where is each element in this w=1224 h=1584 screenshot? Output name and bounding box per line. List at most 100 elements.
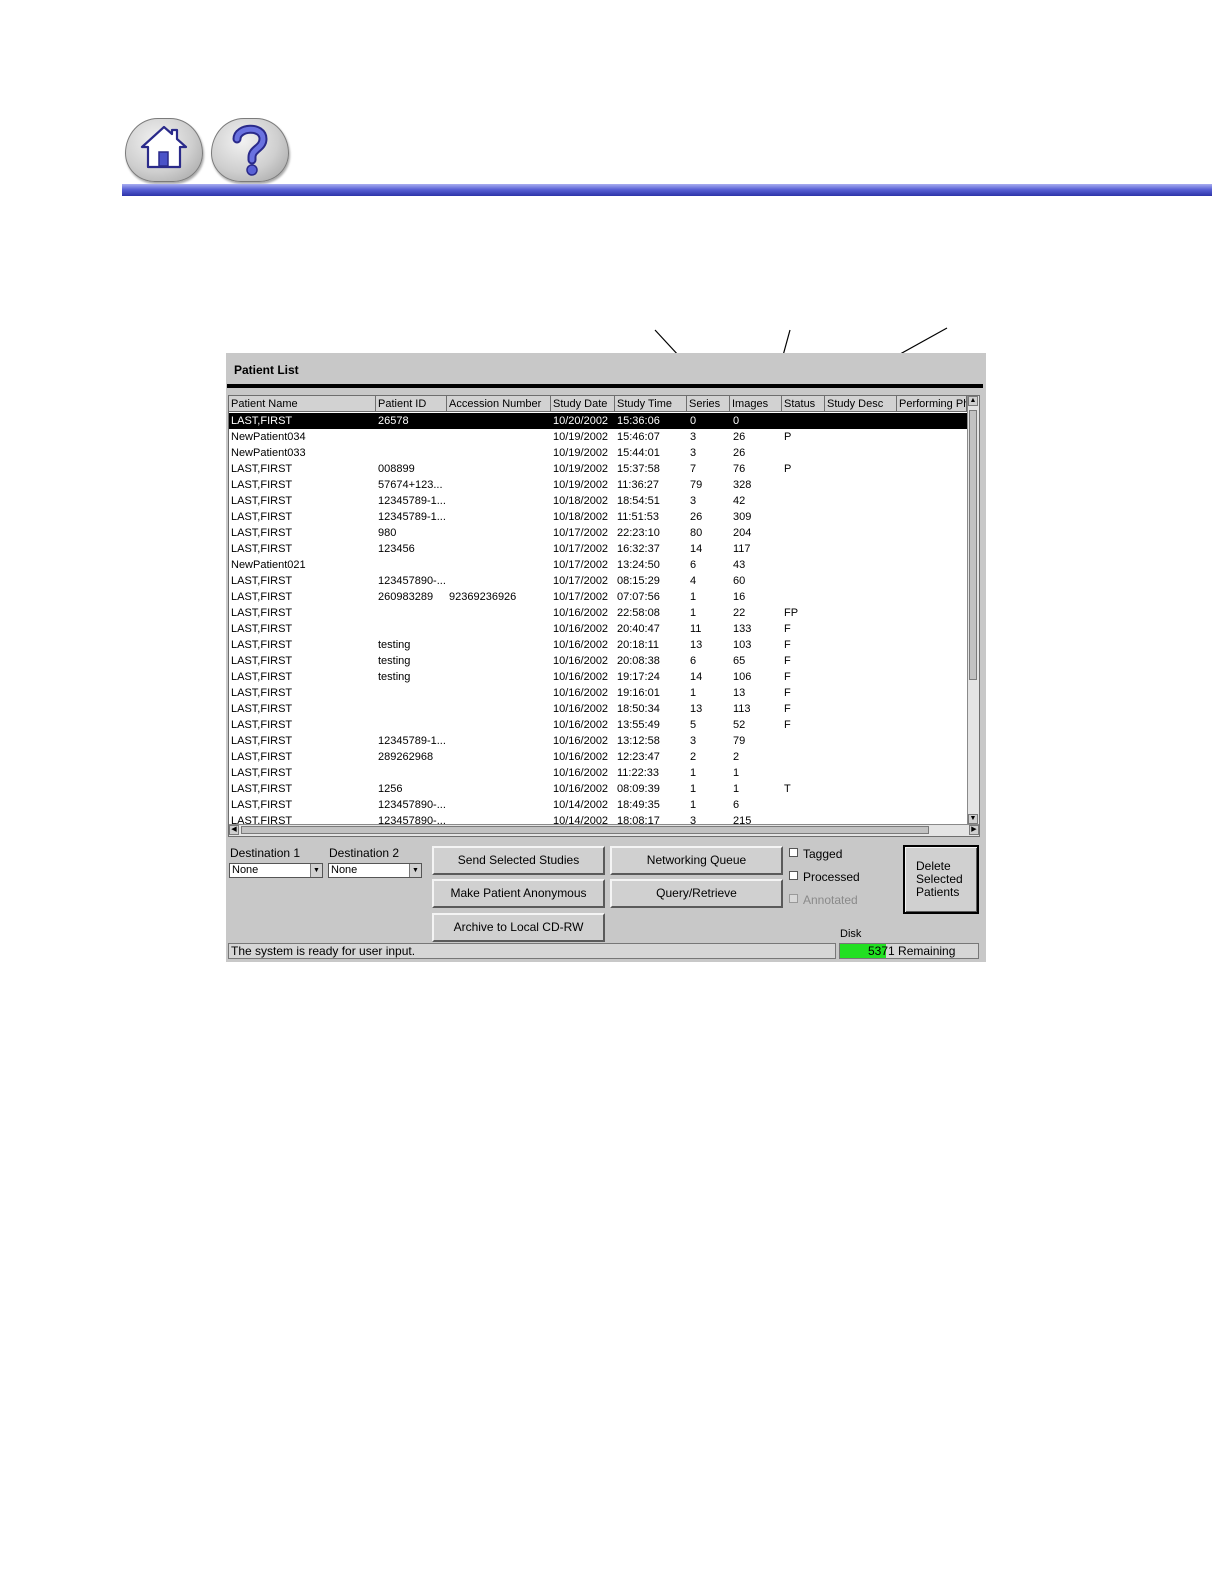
cell-patient-id: testing (378, 639, 411, 651)
cell-patient-name: LAST,FIRST (231, 799, 293, 811)
processed-checkbox[interactable]: Processed (789, 870, 860, 884)
help-button[interactable] (211, 118, 289, 182)
table-row[interactable]: LAST,FIRST 10/16/2002 18:50:34 13 113 F (229, 701, 967, 717)
destination1-select[interactable]: None ▼ (229, 863, 323, 878)
horizontal-scrollbar[interactable]: ◀ ▶ (229, 824, 979, 836)
table-row[interactable]: LAST,FIRST 289262968 10/16/2002 12:23:47 2 2 (229, 749, 967, 765)
cell-status: P (784, 431, 792, 443)
cell-study-date: 10/19/2002 (553, 463, 609, 475)
tagged-checkbox[interactable]: Tagged (789, 847, 842, 861)
delete-selected-patients-button[interactable]: Delete Selected Patients (903, 845, 979, 914)
cell-series: 5 (690, 719, 697, 731)
cell-images: 2 (733, 751, 740, 763)
cell-study-time: 16:32:37 (617, 543, 660, 555)
column-header-study-time[interactable]: Study Time (615, 396, 687, 412)
table-row[interactable]: LAST,FIRST 123457890-... 10/14/2002 18:49:3… (229, 797, 967, 813)
table-row[interactable]: LAST,FIRST 008899 10/19/2002 15:37:58 7 76 P (229, 461, 967, 477)
table-row[interactable]: LAST,FIRST 980 10/17/2002 22:23:10 80 204 (229, 525, 967, 541)
column-header-series[interactable]: Series (687, 396, 730, 412)
query-retrieve-button[interactable]: Query/Retrieve (610, 879, 783, 908)
table-row[interactable]: NewPatient034 10/19/2002 15:46:07 3 26 P (229, 429, 967, 445)
column-header-patient-id[interactable]: Patient ID (376, 396, 447, 412)
chevron-down-icon[interactable]: ▼ (409, 864, 421, 877)
cell-patient-id: 12345789-1... (378, 735, 446, 747)
table-row[interactable]: LAST,FIRST 10/16/2002 22:58:08 1 22 FP (229, 605, 967, 621)
cell-study-date: 10/16/2002 (553, 767, 609, 779)
scroll-left-icon[interactable]: ◀ (229, 825, 239, 835)
table-row[interactable]: LAST,FIRST 260983289 92369236926 10/17/2002… (229, 589, 967, 605)
scroll-right-icon[interactable]: ▶ (969, 825, 979, 835)
send-selected-studies-button[interactable]: Send Selected Studies (432, 846, 605, 875)
cell-images: 16 (733, 591, 746, 603)
cell-series: 2 (690, 751, 697, 763)
cell-study-time: 22:23:10 (617, 527, 660, 539)
table-row[interactable]: LAST,FIRST 1256 10/16/2002 08:09:39 1 1 T (229, 781, 967, 797)
horizontal-scroll-thumb[interactable] (241, 826, 929, 834)
cell-patient-name: NewPatient033 (231, 447, 306, 459)
cell-patient-id: 12345789-1... (378, 495, 446, 507)
column-header-status[interactable]: Status (782, 396, 825, 412)
table-row[interactable]: NewPatient021 10/17/2002 13:24:50 6 43 (229, 557, 967, 573)
scroll-up-icon[interactable]: ▲ (968, 396, 978, 406)
column-header-images[interactable]: Images (730, 396, 782, 412)
tagged-checkbox-box[interactable] (789, 848, 798, 857)
column-header-study-desc[interactable]: Study Desc (825, 396, 897, 412)
cell-series: 13 (690, 639, 703, 651)
table-row[interactable]: LAST,FIRST 10/16/2002 11:22:33 1 1 (229, 765, 967, 781)
cell-study-time: 20:18:11 (617, 639, 660, 651)
cell-patient-id: 289262968 (378, 751, 434, 763)
cell-study-time: 15:44:01 (617, 447, 660, 459)
table-row[interactable]: NewPatient033 10/19/2002 15:44:01 3 26 (229, 445, 967, 461)
cell-study-time: 18:54:51 (617, 495, 660, 507)
make-patient-anonymous-button[interactable]: Make Patient Anonymous (432, 879, 605, 908)
cell-series: 1 (690, 607, 697, 619)
cell-series: 80 (690, 527, 703, 539)
table-row[interactable]: LAST,FIRST 10/16/2002 19:16:01 1 13 F (229, 685, 967, 701)
table-row[interactable]: LAST,FIRST 12345789-1... 10/18/2002 11:51:5… (229, 509, 967, 525)
cell-study-time: 07:07:56 (617, 591, 660, 603)
cell-study-date: 10/19/2002 (553, 447, 609, 459)
cell-images: 103 (733, 639, 752, 651)
processed-checkbox-box[interactable] (789, 871, 798, 880)
destination2-select[interactable]: None ▼ (328, 863, 422, 878)
patient-list-window: Patient List Patient Name Patient ID Acc… (226, 353, 986, 962)
cell-patient-name: LAST,FIRST (231, 623, 293, 635)
cell-patient-name: LAST,FIRST (231, 463, 293, 475)
cell-patient-id: 260983289 (378, 591, 434, 603)
home-button[interactable] (125, 118, 203, 182)
table-row[interactable]: LAST,FIRST 10/16/2002 13:55:49 5 52 F (229, 717, 967, 733)
networking-queue-button[interactable]: Networking Queue (610, 846, 783, 875)
table-row[interactable]: LAST,FIRST testing 10/16/2002 19:17:24 14 106… (229, 669, 967, 685)
column-header-accession-number[interactable]: Accession Number (447, 396, 551, 412)
scroll-down-icon[interactable]: ▼ (968, 814, 978, 824)
cell-study-date: 10/16/2002 (553, 783, 609, 795)
table-row[interactable]: LAST,FIRST testing 10/16/2002 20:18:11 13 103… (229, 637, 967, 653)
cell-study-date: 10/19/2002 (553, 431, 609, 443)
table-row[interactable]: LAST,FIRST 12345789-1... 10/18/2002 18:54:5… (229, 493, 967, 509)
cell-patient-id: 980 (378, 527, 397, 539)
table-row[interactable]: LAST,FIRST 123456 10/17/2002 16:32:37 14 117 (229, 541, 967, 557)
column-header-performing-physician[interactable]: Performing Ph (897, 396, 967, 412)
cell-images: 117 (733, 543, 751, 555)
vertical-scrollbar[interactable]: ▲ ▼ (967, 396, 979, 824)
chevron-down-icon[interactable]: ▼ (310, 864, 322, 877)
column-header-patient-name[interactable]: Patient Name (229, 396, 376, 412)
table-row[interactable]: LAST,FIRST 123457890-... 10/17/2002 08:15:2… (229, 573, 967, 589)
cell-series: 4 (690, 575, 697, 587)
vertical-scroll-thumb[interactable] (969, 410, 977, 680)
table-row[interactable]: LAST,FIRST 26578 10/20/2002 15:36:06 0 0 (229, 413, 967, 429)
table-row[interactable]: LAST,FIRST testing 10/16/2002 20:08:38 6 65 F (229, 653, 967, 669)
tagged-label: Tagged (803, 847, 843, 861)
cell-patient-name: LAST,FIRST (231, 527, 293, 539)
cell-images: 26 (733, 447, 746, 459)
archive-cd-rw-button[interactable]: Archive to Local CD-RW (432, 913, 605, 942)
table-row[interactable]: LAST,FIRST 57674+123... 10/19/2002 11:36:27… (229, 477, 967, 493)
cell-patient-id: 26578 (378, 415, 409, 427)
cell-patient-id: 123457890-... (378, 575, 446, 587)
cell-images: 6 (733, 799, 740, 811)
cell-study-date: 10/17/2002 (553, 575, 609, 587)
table-row[interactable]: LAST,FIRST 10/16/2002 20:40:47 11 133 F (229, 621, 967, 637)
table-row[interactable]: LAST,FIRST 12345789-1... 10/16/2002 13:12:5… (229, 733, 967, 749)
patient-table: Patient Name Patient ID Accession Number… (228, 395, 980, 837)
column-header-study-date[interactable]: Study Date (551, 396, 615, 412)
